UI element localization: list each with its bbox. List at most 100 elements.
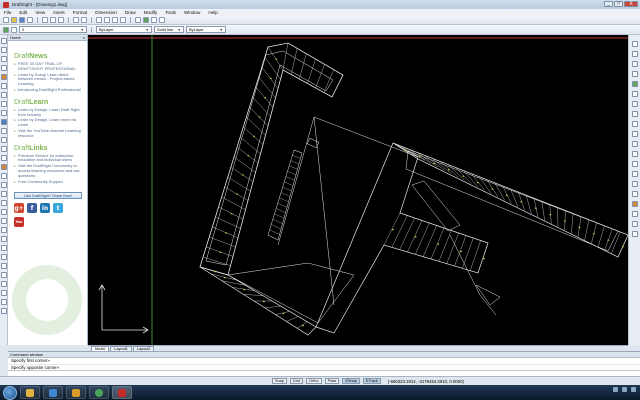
lineweight-dropdown[interactable]: ByLayer ▼ xyxy=(186,26,226,33)
linkedin-icon[interactable]: in xyxy=(40,203,50,214)
erase-icon[interactable] xyxy=(631,41,638,47)
menu-modify[interactable]: Modify xyxy=(144,10,158,15)
zoom-window-icon[interactable] xyxy=(112,17,118,23)
help-icon[interactable] xyxy=(159,17,165,23)
simple-note-icon[interactable] xyxy=(0,173,7,179)
ortho-toggle[interactable]: Ortho xyxy=(306,378,322,384)
copy-entity-icon[interactable] xyxy=(631,51,638,57)
share-button[interactable]: Like DraftSight? Share Now! xyxy=(14,192,82,200)
pattern-icon[interactable] xyxy=(631,81,638,87)
edit-polyline-icon[interactable] xyxy=(631,231,638,237)
menu-help[interactable]: Help xyxy=(208,10,217,15)
menu-insert[interactable]: Insert xyxy=(53,10,65,15)
cut-icon[interactable] xyxy=(42,17,48,23)
pan-icon[interactable] xyxy=(96,17,102,23)
esnap-toggle[interactable]: ESnap xyxy=(342,378,360,384)
new-file-icon[interactable] xyxy=(3,17,9,23)
table-icon[interactable] xyxy=(0,155,7,161)
line-tool-icon[interactable] xyxy=(0,38,7,44)
zoom-fit-icon[interactable] xyxy=(120,17,126,23)
minimize-button[interactable]: _ xyxy=(604,1,613,7)
spline-icon[interactable] xyxy=(0,101,7,107)
extend-icon[interactable] xyxy=(0,209,7,215)
youtube-icon[interactable]: You xyxy=(14,217,24,228)
undo-icon[interactable] xyxy=(73,17,79,23)
radius-dimension-icon[interactable] xyxy=(0,263,7,269)
color-dropdown[interactable]: ByLayer ▼ xyxy=(96,26,152,33)
point-icon[interactable] xyxy=(0,128,7,134)
layer-state-icon[interactable] xyxy=(3,26,9,33)
stretch-icon[interactable] xyxy=(631,121,638,127)
chamfer-entity-icon[interactable] xyxy=(631,181,638,187)
join-icon[interactable] xyxy=(631,171,638,177)
open-folder-icon[interactable] xyxy=(11,17,17,23)
flag-icon[interactable] xyxy=(631,387,636,392)
fillet-icon[interactable] xyxy=(0,218,7,224)
save-icon[interactable] xyxy=(19,17,25,23)
fillet-entity-icon[interactable] xyxy=(631,191,638,197)
scale-icon[interactable] xyxy=(631,111,638,117)
taskbar-folder-icon[interactable] xyxy=(66,386,86,399)
news-link[interactable]: FREE 30 DAY TRIAL OF DRAFTSIGHT PROFESSI… xyxy=(14,61,83,72)
snap-toggle[interactable]: Snap xyxy=(272,378,287,384)
extend-entity-icon[interactable] xyxy=(631,151,638,157)
polar-toggle[interactable]: Polar xyxy=(324,378,340,384)
copy-icon[interactable] xyxy=(50,17,56,23)
menu-view[interactable]: View xyxy=(35,10,45,15)
print-icon[interactable] xyxy=(27,17,33,23)
arc-icon[interactable] xyxy=(0,83,7,89)
leader-icon[interactable] xyxy=(0,272,7,278)
google-plus-icon[interactable]: g+ xyxy=(14,203,24,214)
links-link[interactable]: Visit the DraftSight Community to access… xyxy=(14,163,83,178)
offset-icon[interactable] xyxy=(631,71,638,77)
trim-entity-icon[interactable] xyxy=(631,141,638,147)
layer-dropdown[interactable]: 0 ▼ xyxy=(19,26,87,33)
break-icon[interactable] xyxy=(631,161,638,167)
properties-icon[interactable] xyxy=(135,17,141,23)
taskbar-media-icon[interactable] xyxy=(43,386,63,399)
rotate-icon[interactable] xyxy=(631,101,638,107)
grid-toggle[interactable]: Grid xyxy=(289,378,304,384)
news-link[interactable]: Introducing DraftSight Professional! xyxy=(14,87,83,93)
learn-link[interactable]: Visit the YouTube channel Learning resou… xyxy=(14,128,83,139)
wipeout-icon[interactable] xyxy=(0,191,7,197)
etrack-toggle[interactable]: ETrack xyxy=(362,378,381,384)
tolerance-icon[interactable] xyxy=(0,281,7,287)
hatch-icon[interactable] xyxy=(0,137,7,143)
angular-dimension-icon[interactable] xyxy=(0,254,7,260)
layer-manager-icon[interactable] xyxy=(143,17,149,23)
chamfer-icon[interactable] xyxy=(0,227,7,233)
layer-settings-icon[interactable] xyxy=(11,26,17,33)
mirror-icon[interactable] xyxy=(631,61,638,67)
note-icon[interactable] xyxy=(0,164,7,170)
volume-icon[interactable] xyxy=(622,387,627,392)
maximize-button[interactable]: □ xyxy=(614,1,623,7)
move-icon[interactable] xyxy=(631,91,638,97)
lengthen-icon[interactable] xyxy=(631,131,638,137)
ellipse-icon[interactable] xyxy=(0,110,7,116)
align-icon[interactable] xyxy=(631,211,638,217)
facebook-icon[interactable]: f xyxy=(27,203,37,214)
baseline-dimension-icon[interactable] xyxy=(0,299,7,305)
menu-format[interactable]: Format xyxy=(73,10,88,15)
menu-edit[interactable]: Edit xyxy=(19,10,27,15)
rectangle-icon[interactable] xyxy=(0,74,7,80)
design-resources-icon[interactable] xyxy=(151,17,157,23)
links-link[interactable]: Free Community Support xyxy=(14,179,83,185)
twitter-icon[interactable]: t xyxy=(53,203,63,214)
dimension-icon[interactable] xyxy=(0,245,7,251)
center-mark-icon[interactable] xyxy=(0,290,7,296)
news-link[interactable]: Learn by Doing! Learn direct between men… xyxy=(14,72,83,87)
menu-tools[interactable]: Tools xyxy=(165,10,176,15)
menu-dimension[interactable]: Dimension xyxy=(95,10,117,15)
network-icon[interactable] xyxy=(613,387,618,392)
revision-cloud-icon[interactable] xyxy=(0,182,7,188)
learn-link[interactable]: Learn by Design, Learn more via Learn xyxy=(14,118,83,128)
explode-entity-icon[interactable] xyxy=(631,201,638,207)
zoom-icon[interactable] xyxy=(104,17,110,23)
close-button[interactable]: X xyxy=(624,1,638,7)
trim-icon[interactable] xyxy=(0,200,7,206)
polyline-icon[interactable] xyxy=(0,56,7,62)
array-icon[interactable] xyxy=(631,221,638,227)
menu-file[interactable]: File xyxy=(4,10,11,15)
